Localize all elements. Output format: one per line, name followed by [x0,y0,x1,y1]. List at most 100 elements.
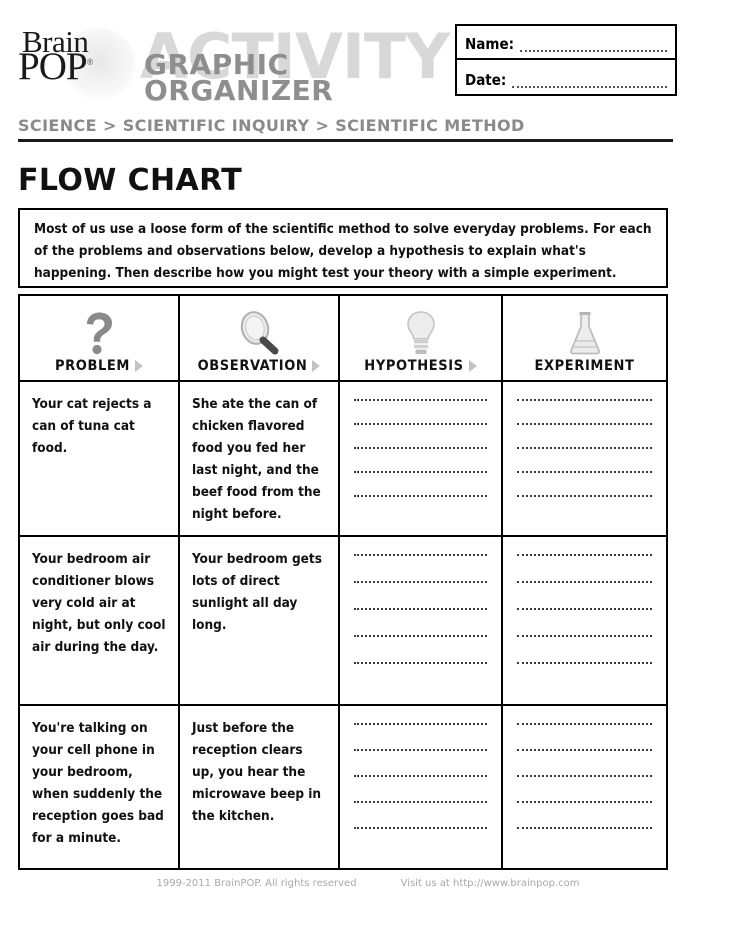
hypothesis-answer-lines[interactable] [340,537,501,704]
table-row: Your cat rejects a can of tuna cat food.… [20,382,666,537]
flask-icon [503,308,666,358]
answer-line[interactable] [354,722,487,725]
answer-line[interactable] [517,607,652,610]
answer-line[interactable] [354,607,487,610]
brand-block: ACTIVITY GRAPHIC ORGANIZER Brain POP® [18,14,450,109]
magnifying-glass-icon [180,308,338,358]
answer-line[interactable] [517,800,652,803]
answer-line[interactable] [354,422,487,425]
graphic-organizer-title: GRAPHIC ORGANIZER [144,51,334,107]
answer-line[interactable] [517,422,652,425]
cell-hypothesis[interactable] [340,706,503,868]
cell-experiment[interactable] [503,706,666,868]
answer-line[interactable] [517,494,652,497]
registered-mark-icon: ® [86,57,94,67]
arrow-right-icon [468,360,477,372]
logo-pop-text: POP® [18,47,130,86]
answer-line[interactable] [354,446,487,449]
experiment-answer-lines[interactable] [503,706,666,868]
answer-line[interactable] [354,800,487,803]
date-label: Date: [465,71,507,89]
logo-pop-word: POP [18,45,88,88]
cell-experiment[interactable] [503,537,666,704]
column-header-observation: OBSERVATION [180,296,340,380]
cell-problem: Your bedroom air conditioner blows very … [20,537,180,704]
table-header-row: PROBLEM OBSERVATION HYPOTHESIS EXPERIMEN… [20,296,666,382]
column-label-problem: PROBLEM [54,358,131,374]
answer-line[interactable] [517,774,652,777]
observation-label-wrap: OBSERVATION [198,358,321,374]
hypothesis-answer-lines[interactable] [340,706,501,868]
column-label-experiment: EXPERIMENT [534,358,635,374]
name-label: Name: [465,35,515,53]
arrow-right-icon [135,360,144,372]
answer-line[interactable] [354,774,487,777]
hypothesis-answer-lines[interactable] [340,382,501,535]
brainpop-logo: Brain POP® [18,26,136,104]
column-header-experiment: EXPERIMENT [503,296,666,380]
answer-line[interactable] [354,580,487,583]
instructions-box: Most of us use a loose form of the scien… [18,208,668,288]
answer-line[interactable] [517,661,652,664]
copyright-text: 1999-2011 BrainPOP. All rights reserved [156,878,357,889]
column-label-observation: OBSERVATION [197,358,308,374]
answer-line[interactable] [354,470,487,473]
cell-observation: Just before the reception clears up, you… [180,706,340,868]
cell-observation: She ate the can of chicken flavored food… [180,382,340,535]
visit-url-text: Visit us at http://www.brainpop.com [400,878,580,889]
answer-line[interactable] [517,398,652,401]
answer-line[interactable] [354,661,487,664]
breadcrumb: SCIENCE > SCIENTIFIC INQUIRY > SCIENTIFI… [18,116,525,135]
arrow-right-icon [312,360,321,372]
answer-line[interactable] [517,446,652,449]
name-date-box: Name: Date: [455,24,677,96]
answer-line[interactable] [354,826,487,829]
cell-hypothesis[interactable] [340,537,503,704]
answer-line[interactable] [354,553,487,556]
observation-text: Your bedroom gets lots of direct sunligh… [192,551,322,633]
experiment-answer-lines[interactable] [503,382,666,535]
observation-text: She ate the can of chicken flavored food… [192,396,321,522]
instructions-text: Most of us use a loose form of the scien… [34,221,652,281]
table-row: You're talking on your cell phone in you… [20,706,666,868]
table-row: Your bedroom air conditioner blows very … [20,537,666,706]
date-row: Date: [457,60,675,94]
answer-line[interactable] [517,553,652,556]
answer-line[interactable] [354,398,487,401]
problem-text: You're talking on your cell phone in you… [32,720,164,846]
answer-line[interactable] [517,634,652,637]
hypothesis-label-wrap: HYPOTHESIS [364,358,477,374]
column-label-hypothesis: HYPOTHESIS [364,358,464,374]
answer-line[interactable] [517,748,652,751]
lightbulb-icon [340,308,501,358]
name-row: Name: [457,26,675,60]
answer-line[interactable] [517,826,652,829]
cell-observation: Your bedroom gets lots of direct sunligh… [180,537,340,704]
cell-problem: Your cat rejects a can of tuna cat food. [20,382,180,535]
problem-text: Your cat rejects a can of tuna cat food. [32,396,152,456]
answer-line[interactable] [517,722,652,725]
experiment-answer-lines[interactable] [503,537,666,704]
column-header-problem: PROBLEM [20,296,180,380]
flow-chart-table: PROBLEM OBSERVATION HYPOTHESIS EXPERIMEN… [18,294,668,870]
name-input-line[interactable] [520,49,667,52]
problem-text: Your bedroom air conditioner blows very … [32,551,166,655]
organizer-word: ORGANIZER [144,73,334,107]
cell-problem: You're talking on your cell phone in you… [20,706,180,868]
page-header: ACTIVITY GRAPHIC ORGANIZER Brain POP® Na… [0,0,736,150]
answer-line[interactable] [517,470,652,473]
cell-hypothesis[interactable] [340,382,503,535]
answer-line[interactable] [354,494,487,497]
page-title: FLOW CHART [18,163,243,198]
observation-text: Just before the reception clears up, you… [192,720,322,824]
page-footer: 1999-2011 BrainPOP. All rights reserved … [0,878,736,889]
cell-experiment[interactable] [503,382,666,535]
date-input-line[interactable] [512,85,667,88]
problem-label-wrap: PROBLEM [54,358,144,374]
question-mark-icon [20,308,178,358]
column-header-hypothesis: HYPOTHESIS [340,296,503,380]
experiment-label-wrap: EXPERIMENT [534,358,634,374]
answer-line[interactable] [354,634,487,637]
answer-line[interactable] [354,748,487,751]
answer-line[interactable] [517,580,652,583]
